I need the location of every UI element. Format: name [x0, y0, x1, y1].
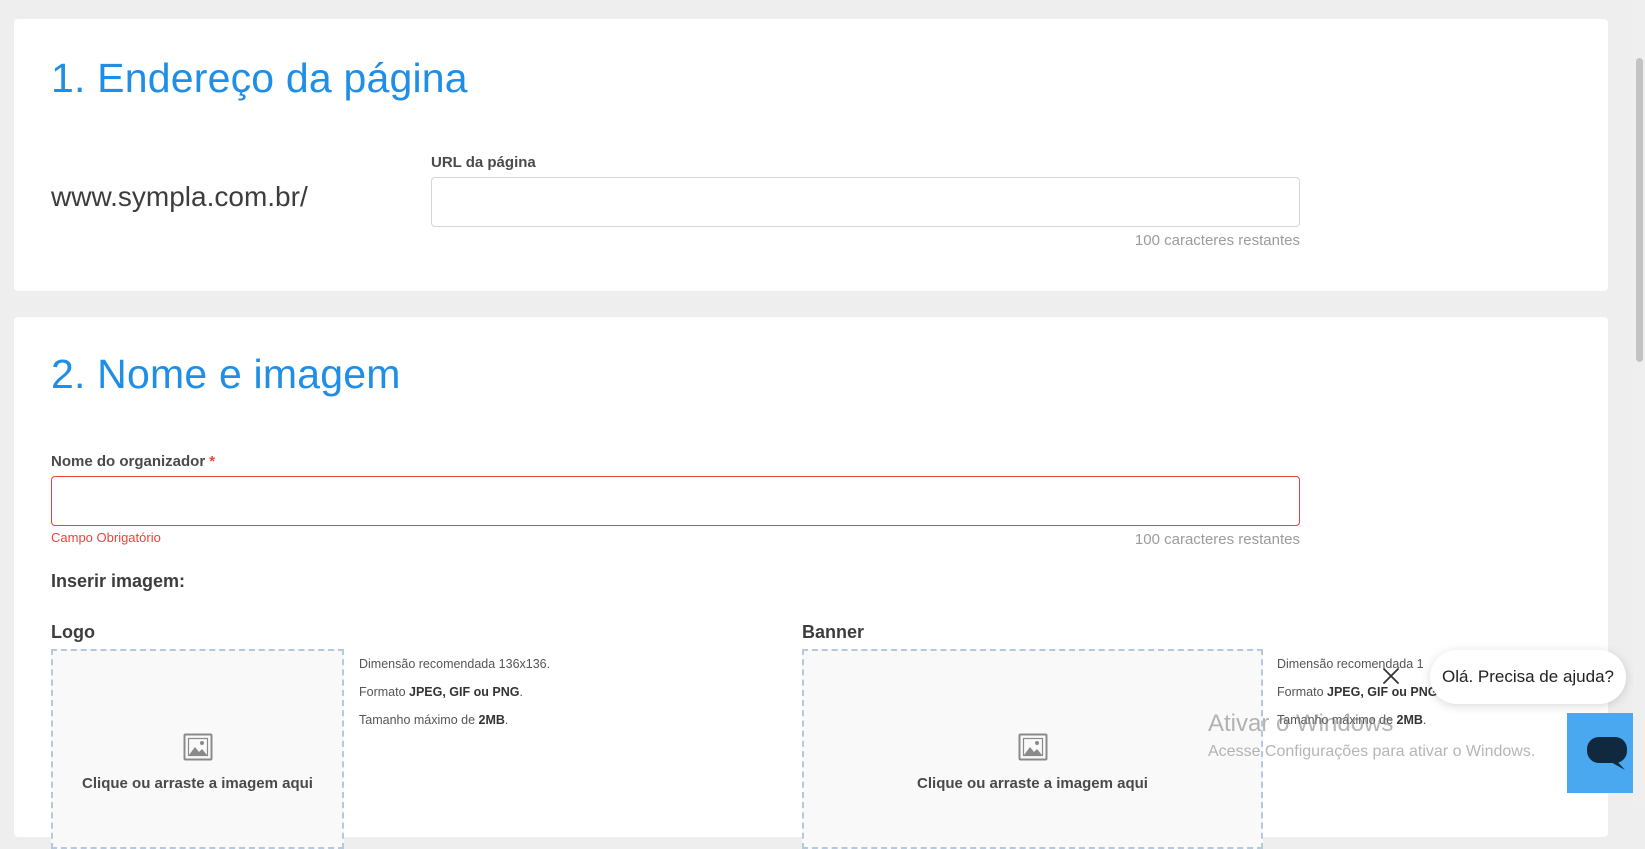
image-placeholder-icon — [183, 733, 212, 761]
logo-label: Logo — [51, 622, 95, 642]
logo-dropzone[interactable]: Clique ou arraste a imagem aqui — [51, 649, 344, 849]
url-char-counter: 100 caracteres restantes — [1134, 232, 1300, 249]
organizer-name-label: Nome do organizador * — [51, 453, 215, 470]
logo-hints: Dimensão recomendada 136x136. Formato JP… — [359, 650, 550, 734]
logo-dropzone-text: Clique ou arraste a imagem aqui — [82, 775, 313, 792]
organizer-name-label-text: Nome do organizador — [51, 453, 206, 470]
scrollbar-thumb[interactable] — [1636, 58, 1643, 362]
banner-dropzone-text: Clique ou arraste a imagem aqui — [917, 775, 1148, 792]
section-title-name-image: 2. Nome e imagem — [51, 351, 401, 397]
banner-hint-dimension: Dimensão recomendada 1 — [1277, 657, 1424, 671]
required-mark: * — [209, 453, 216, 470]
close-icon[interactable] — [1380, 665, 1402, 687]
logo-hint-size: Tamanho máximo de 2MB. — [359, 713, 509, 727]
banner-label: Banner — [802, 622, 865, 642]
url-label: URL da página — [431, 154, 536, 171]
image-placeholder-icon — [1018, 733, 1047, 761]
organizer-name-error: Campo Obrigatório — [51, 530, 161, 545]
windows-activation-title: Ativar o Windows — [1208, 710, 1394, 737]
page-scrollbar[interactable] — [1633, 0, 1645, 808]
section-page-address: 1. Endereço da página www.sympla.com.br/… — [14, 19, 1608, 291]
url-input[interactable] — [431, 177, 1300, 227]
domain-prefix: www.sympla.com.br/ — [51, 181, 308, 212]
insert-image-heading: Inserir imagem: — [51, 571, 186, 591]
organizer-name-char-counter: 100 caracteres restantes — [1134, 531, 1300, 548]
logo-hint-format: Formato JPEG, GIF ou PNG. — [359, 685, 523, 699]
organizer-name-input[interactable] — [51, 476, 1300, 526]
banner-dropzone[interactable]: Clique ou arraste a imagem aqui — [802, 649, 1263, 849]
banner-hint-format: Formato JPEG, GIF ou PNG. — [1277, 685, 1441, 699]
windows-activation-subtitle: Acesse Configurações para ativar o Windo… — [1208, 743, 1536, 760]
chat-greeting-bubble[interactable]: Olá. Precisa de ajuda? — [1430, 650, 1626, 704]
logo-hint-dimension: Dimensão recomendada 136x136. — [359, 657, 551, 671]
chat-icon — [1587, 737, 1627, 770]
section-title-page-address: 1. Endereço da página — [51, 55, 468, 101]
